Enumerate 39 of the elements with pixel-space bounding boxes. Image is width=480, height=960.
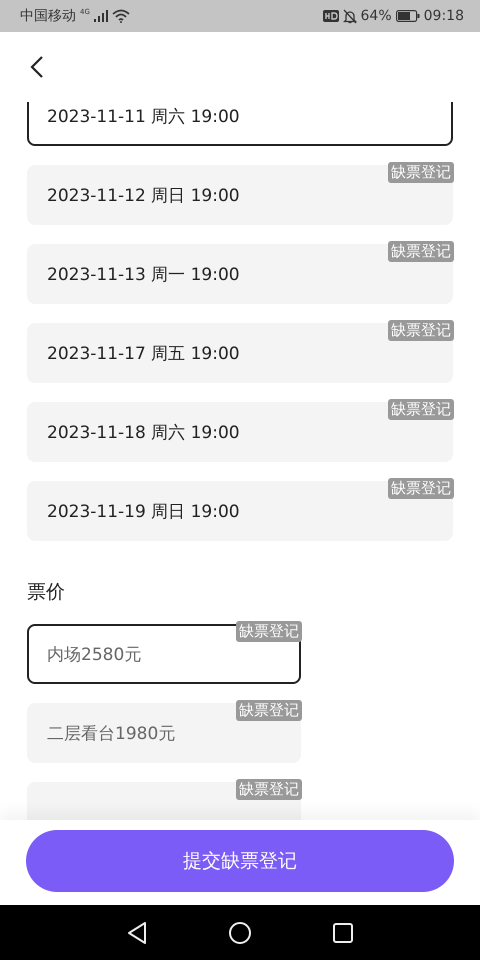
date-label: 2023-11-12 周日 19:00 <box>47 184 240 206</box>
sold-out-tag: 缺票登记 <box>388 241 454 262</box>
date-option[interactable]: 2023-11-11 周六 19:00 <box>27 102 453 146</box>
sold-out-tag: 缺票登记 <box>236 700 302 721</box>
sold-out-tag: 缺票登记 <box>388 399 454 420</box>
price-option[interactable]: 二层看台1980元 缺票登记 <box>27 703 301 763</box>
date-label: 2023-11-17 周五 19:00 <box>47 342 240 364</box>
price-option[interactable]: 内场2580元 缺票登记 <box>27 624 301 684</box>
wifi-icon <box>112 9 130 23</box>
section-heading: 票价 <box>27 580 66 605</box>
price-label: 内场2580元 <box>47 644 142 666</box>
date-option[interactable]: 2023-11-13 周一 19:00 缺票登记 <box>27 244 453 304</box>
date-label: 2023-11-19 周日 19:00 <box>47 500 240 522</box>
date-option[interactable]: 2023-11-19 周日 19:00 缺票登记 <box>27 481 453 541</box>
submit-button[interactable]: 提交缺票登记 <box>26 830 454 892</box>
battery-percentage: 64% <box>360 8 392 24</box>
sold-out-tag: 缺票登记 <box>388 162 454 183</box>
sold-out-tag: 缺票登记 <box>388 320 454 341</box>
date-label: 2023-11-18 周六 19:00 <box>47 422 240 444</box>
sold-out-tag: 缺票登记 <box>388 478 454 499</box>
clock-time: 09:18 <box>424 8 464 24</box>
carrier-name: 中国移动 <box>20 7 76 25</box>
back-button[interactable] <box>30 55 44 79</box>
sold-out-tag: 缺票登记 <box>236 779 302 800</box>
date-label: 2023-11-13 周一 19:00 <box>47 264 240 286</box>
back-triangle-icon[interactable] <box>126 920 148 944</box>
date-option[interactable]: 2023-11-18 周六 19:00 缺票登记 <box>27 402 453 462</box>
recents-square-icon[interactable] <box>332 922 354 944</box>
home-circle-icon[interactable] <box>228 920 252 944</box>
date-option[interactable]: 2023-11-17 周五 19:00 缺票登记 <box>27 323 453 383</box>
bell-off-icon <box>342 8 357 24</box>
battery-icon <box>396 10 420 22</box>
price-label: 二层看台1980元 <box>47 722 176 744</box>
sold-out-tag: 缺票登记 <box>236 621 302 642</box>
date-option[interactable]: 2023-11-12 周日 19:00 缺票登记 <box>27 165 453 225</box>
signal-icon <box>94 10 108 22</box>
hd-icon <box>322 10 339 22</box>
chevron-left-icon <box>30 55 44 79</box>
date-label: 2023-11-11 周六 19:00 <box>47 106 240 128</box>
